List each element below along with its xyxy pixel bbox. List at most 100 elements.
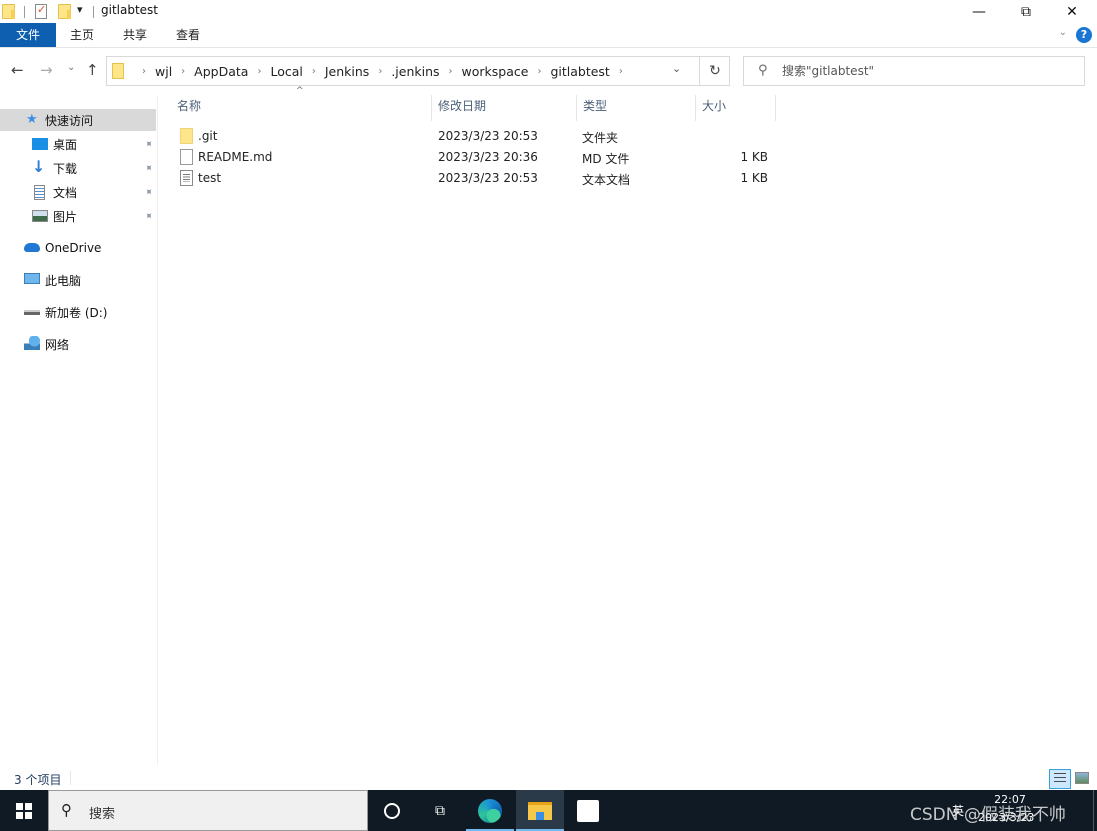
divider	[93, 6, 94, 18]
sidebar-item-label: 此电脑	[45, 273, 82, 288]
chevron-right-icon[interactable]: ›	[619, 66, 623, 77]
back-button[interactable]: ←	[11, 61, 24, 79]
up-button[interactable]: ↑	[86, 61, 99, 79]
refresh-button[interactable]: ↻	[699, 56, 730, 86]
column-divider[interactable]	[775, 95, 776, 121]
folder-icon[interactable]	[2, 4, 15, 19]
column-name[interactable]: 名称	[171, 93, 431, 120]
close-button[interactable]: ✕	[1049, 0, 1095, 23]
breadcrumb-item[interactable]: Local	[270, 64, 302, 79]
sidebar-item-label: 下载	[53, 161, 78, 176]
sidebar-item-pictures[interactable]: 图片 ✦	[0, 205, 156, 227]
pin-icon[interactable]: ✦	[141, 185, 155, 199]
maximize-button[interactable]: ⧉	[1003, 0, 1049, 23]
file-type: 文本文档	[582, 173, 631, 187]
file-size: 1 KB	[740, 171, 768, 185]
search-input[interactable]	[782, 61, 1072, 81]
ribbon-tabs: 文件 主页 共享 查看 ⌄ ?	[0, 23, 1097, 48]
address-bar[interactable]: › wjl › AppData › Local › Jenkins › .jen…	[106, 56, 730, 86]
file-row[interactable]: test 2023/3/23 20:53 文本文档 1 KB	[170, 168, 780, 189]
pin-icon[interactable]: ✦	[141, 137, 155, 151]
breadcrumb-item[interactable]: Jenkins	[325, 64, 369, 79]
customize-dropdown-icon[interactable]: ▾	[77, 3, 83, 16]
sidebar-item-onedrive[interactable]: OneDrive	[0, 237, 156, 259]
chevron-right-icon[interactable]: ›	[449, 66, 453, 77]
breadcrumb: › wjl › AppData › Local › Jenkins › .jen…	[133, 57, 632, 85]
help-icon[interactable]: ?	[1076, 27, 1092, 43]
taskbar: ⚲ 搜索 ⧉ 英 22:07 2023/3/23 CSDN @假装我不帅	[0, 790, 1097, 831]
column-header: 名称 修改日期 类型 大小	[160, 93, 800, 121]
file-name: .git	[198, 129, 218, 143]
file-explorer-icon	[528, 801, 552, 820]
sidebar-item-label: 快速访问	[45, 113, 94, 128]
file-row[interactable]: .git 2023/3/23 20:53 文件夹	[170, 126, 780, 147]
network-icon	[24, 336, 40, 350]
sidebar-item-drive-d[interactable]: 新加卷 (D:)	[0, 301, 156, 323]
tab-view[interactable]: 查看	[162, 23, 214, 47]
divider	[70, 771, 71, 785]
chevron-right-icon[interactable]: ›	[312, 66, 316, 77]
tab-share[interactable]: 共享	[108, 23, 162, 47]
tab-home[interactable]: 主页	[56, 23, 108, 47]
documents-icon	[34, 185, 45, 200]
store-button[interactable]	[564, 790, 612, 831]
title-bar: ▾ gitlabtest — ⧉ ✕	[0, 0, 1097, 23]
cloud-icon	[24, 243, 40, 252]
sidebar-item-downloads[interactable]: ↓ 下载 ✦	[0, 157, 156, 179]
chevron-right-icon[interactable]: ›	[181, 66, 185, 77]
forward-button[interactable]: →	[40, 61, 53, 79]
pictures-icon	[32, 210, 48, 222]
taskbar-search-placeholder: 搜索	[89, 807, 116, 822]
column-modified[interactable]: 修改日期	[432, 93, 576, 120]
recent-locations-icon[interactable]: ⌄	[67, 62, 75, 73]
expand-ribbon-icon[interactable]: ⌄	[1059, 27, 1067, 38]
column-size[interactable]: 大小	[696, 93, 775, 120]
chevron-right-icon[interactable]: ›	[142, 66, 146, 77]
pin-icon[interactable]: ✦	[141, 161, 155, 175]
folder-icon	[180, 128, 193, 144]
chevron-right-icon[interactable]: ›	[537, 66, 541, 77]
file-explorer-button[interactable]	[516, 790, 564, 831]
file-name: test	[198, 171, 222, 185]
restore-icon: ⧉	[1021, 3, 1031, 20]
sidebar-item-quick-access[interactable]: ★ 快速访问	[0, 109, 156, 131]
minimize-button[interactable]: —	[956, 0, 1002, 23]
pin-icon[interactable]: ✦	[141, 209, 155, 223]
cortana-button[interactable]	[368, 790, 416, 831]
chevron-right-icon[interactable]: ›	[378, 66, 382, 77]
properties-icon[interactable]	[35, 3, 47, 19]
tab-file[interactable]: 文件	[0, 23, 56, 47]
show-desktop-button[interactable]	[1093, 790, 1097, 831]
desktop-icon	[32, 138, 48, 150]
sidebar-item-label: 图片	[53, 209, 78, 224]
large-icons-view-button[interactable]	[1075, 772, 1089, 784]
sidebar-item-label: OneDrive	[45, 241, 102, 255]
sidebar-item-documents[interactable]: 文档 ✦	[0, 181, 156, 203]
sidebar-item-label: 桌面	[53, 137, 78, 152]
file-row[interactable]: README.md 2023/3/23 20:36 MD 文件 1 KB	[170, 147, 780, 168]
details-view-button[interactable]	[1049, 769, 1071, 789]
chevron-right-icon[interactable]: ›	[257, 66, 261, 77]
task-view-button[interactable]: ⧉	[416, 790, 464, 831]
breadcrumb-item[interactable]: wjl	[155, 64, 172, 79]
address-dropdown-icon[interactable]: ⌄	[672, 62, 681, 75]
file-size: 1 KB	[740, 150, 768, 164]
taskbar-search[interactable]: ⚲ 搜索	[48, 790, 368, 831]
divider	[24, 6, 25, 18]
edge-icon	[478, 798, 502, 823]
new-folder-icon[interactable]	[58, 4, 71, 19]
breadcrumb-item[interactable]: workspace	[462, 64, 529, 79]
sidebar-item-desktop[interactable]: 桌面 ✦	[0, 133, 156, 155]
start-button[interactable]	[0, 790, 48, 831]
search-box[interactable]: ⚲	[743, 56, 1085, 86]
edge-button[interactable]	[466, 790, 514, 831]
sidebar-item-this-pc[interactable]: 此电脑	[0, 269, 156, 291]
file-modified: 2023/3/23 20:36	[438, 150, 538, 164]
breadcrumb-item[interactable]: .jenkins	[391, 64, 439, 79]
breadcrumb-item[interactable]: gitlabtest	[550, 64, 609, 79]
column-type[interactable]: 类型	[577, 93, 695, 120]
sidebar-item-network[interactable]: 网络	[0, 333, 156, 355]
minimize-icon: —	[972, 3, 986, 20]
file-type: MD 文件	[582, 152, 630, 166]
breadcrumb-item[interactable]: AppData	[194, 64, 248, 79]
